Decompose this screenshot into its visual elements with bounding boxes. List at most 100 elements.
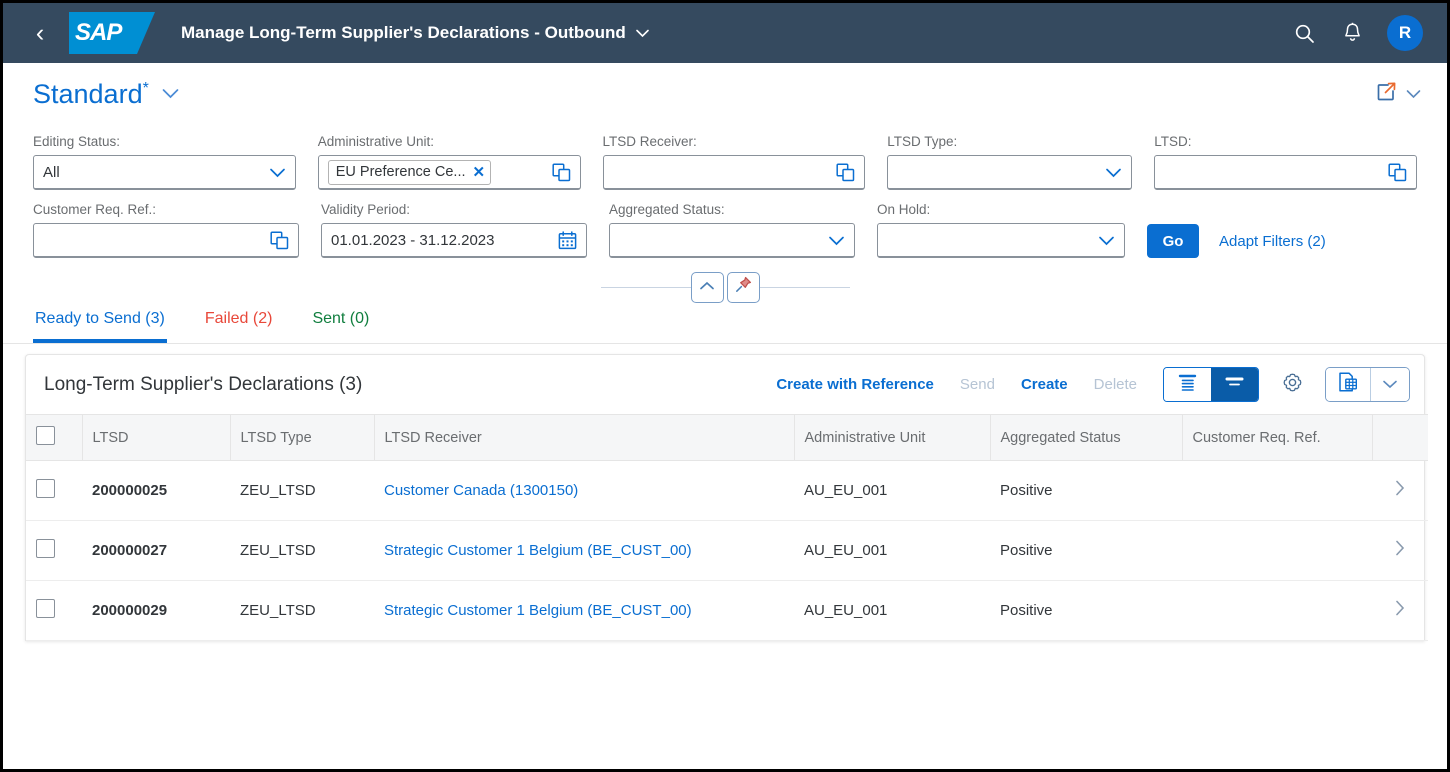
row-select-cell: [26, 581, 82, 641]
filter-editing-status: Editing Status: All: [33, 134, 296, 190]
cell-customer-req-ref: [1182, 461, 1372, 521]
row-checkbox[interactable]: [36, 479, 55, 498]
chevron-down-icon[interactable]: [1098, 235, 1115, 246]
collapse-filters-button[interactable]: [691, 272, 724, 303]
chevron-right-icon[interactable]: [1395, 543, 1405, 560]
filter-label: LTSD Receiver:: [603, 134, 866, 149]
column-header-ltsd-type[interactable]: LTSD Type: [230, 415, 374, 461]
share-button[interactable]: [1375, 81, 1421, 108]
chevron-down-icon[interactable]: [1105, 167, 1122, 178]
cell-aggregated-status: Positive: [990, 461, 1182, 521]
ltsd-receiver-input[interactable]: [603, 155, 866, 190]
cell-ltsd: 200000029: [82, 581, 230, 641]
value-help-icon[interactable]: [1388, 163, 1407, 182]
adapt-filters-button[interactable]: Adapt Filters (2): [1219, 233, 1326, 250]
value-help-icon[interactable]: [836, 163, 855, 182]
filter-customer-req-ref: Customer Req. Ref.:: [33, 202, 299, 258]
pin-filters-button[interactable]: [727, 272, 760, 303]
row-select-cell: [26, 461, 82, 521]
column-header-ltsd[interactable]: LTSD: [82, 415, 230, 461]
administrative-unit-input[interactable]: EU Preference Ce... ✕: [318, 155, 581, 190]
column-header-navigation: [1372, 415, 1428, 461]
divider-left: [601, 287, 691, 288]
sap-logo-text: SAP: [75, 19, 121, 47]
filter-ltsd-type: LTSD Type:: [887, 134, 1132, 190]
variant-title[interactable]: Standard*: [33, 79, 149, 110]
editing-status-select[interactable]: All: [33, 155, 296, 190]
create-with-reference-button[interactable]: Create with Reference: [776, 376, 934, 393]
table-row[interactable]: 200000025 ZEU_LTSD Customer Canada (1300…: [26, 461, 1428, 521]
filter-label: Customer Req. Ref.:: [33, 202, 299, 217]
row-navigation-cell[interactable]: [1372, 461, 1428, 521]
export-to-spreadsheet-icon: [1337, 371, 1359, 398]
compact-view-button[interactable]: [1211, 368, 1258, 401]
variant-chevron-down-icon[interactable]: [162, 86, 179, 103]
declarations-table: LTSD LTSD Type LTSD Receiver Administrat…: [26, 414, 1428, 641]
share-chevron-down-icon[interactable]: [1406, 86, 1421, 104]
column-header-ltsd-receiver[interactable]: LTSD Receiver: [374, 415, 794, 461]
filter-row-1: Editing Status: All Administrative Unit:…: [33, 134, 1417, 190]
cell-administrative-unit: AU_EU_001: [794, 521, 990, 581]
chevron-down-icon[interactable]: [828, 235, 845, 246]
shell-bar: ‹ SAP Manage Long-Term Supplier's Declar…: [3, 3, 1447, 63]
ltsd-receiver-link[interactable]: Strategic Customer 1 Belgium (BE_CUST_00…: [384, 542, 692, 559]
aggregated-status-select[interactable]: [609, 223, 855, 258]
token-remove-icon[interactable]: ✕: [473, 165, 486, 180]
sap-logo[interactable]: SAP: [69, 12, 155, 54]
row-navigation-cell[interactable]: [1372, 581, 1428, 641]
search-icon[interactable]: [1285, 14, 1323, 52]
chevron-down-icon[interactable]: [269, 167, 286, 178]
chevron-right-icon[interactable]: [1395, 603, 1405, 620]
sap-logo-triangle: [137, 12, 155, 54]
ltsd-type-select[interactable]: [887, 155, 1132, 190]
value-help-icon[interactable]: [552, 163, 571, 182]
on-hold-select[interactable]: [877, 223, 1125, 258]
table-settings-button[interactable]: [1273, 368, 1311, 402]
table-row[interactable]: 200000027 ZEU_LTSD Strategic Customer 1 …: [26, 521, 1428, 581]
validity-period-input[interactable]: 01.01.2023 - 31.12.2023: [321, 223, 587, 258]
send-button: Send: [960, 376, 995, 393]
administrative-unit-token[interactable]: EU Preference Ce... ✕: [328, 160, 491, 185]
ltsd-receiver-link[interactable]: Strategic Customer 1 Belgium (BE_CUST_00…: [384, 602, 692, 619]
filter-label: Validity Period:: [321, 202, 587, 217]
filter-aggregated-status: Aggregated Status:: [609, 202, 855, 258]
tab-failed[interactable]: Failed (2): [203, 306, 275, 343]
cell-ltsd-receiver: Strategic Customer 1 Belgium (BE_CUST_00…: [374, 521, 794, 581]
column-header-aggregated-status[interactable]: Aggregated Status: [990, 415, 1182, 461]
table-row[interactable]: 200000029 ZEU_LTSD Strategic Customer 1 …: [26, 581, 1428, 641]
go-button[interactable]: Go: [1147, 224, 1199, 258]
validity-period-value: 01.01.2023 - 31.12.2023: [331, 232, 552, 249]
export-options-chevron-button[interactable]: [1370, 368, 1409, 401]
variant-modified-marker: *: [143, 80, 149, 97]
value-help-icon[interactable]: [270, 231, 289, 250]
ltsd-receiver-link[interactable]: Customer Canada (1300150): [384, 482, 578, 499]
row-checkbox[interactable]: [36, 599, 55, 618]
filter-validity-period: Validity Period: 01.01.2023 - 31.12.2023: [321, 202, 587, 258]
tab-sent[interactable]: Sent (0): [310, 306, 371, 343]
ltsd-input[interactable]: [1154, 155, 1417, 190]
column-header-administrative-unit[interactable]: Administrative Unit: [794, 415, 990, 461]
chevron-right-icon[interactable]: [1395, 483, 1405, 500]
row-navigation-cell[interactable]: [1372, 521, 1428, 581]
cell-ltsd: 200000025: [82, 461, 230, 521]
create-button[interactable]: Create: [1021, 376, 1068, 393]
title-chevron-down-icon[interactable]: [636, 26, 649, 41]
column-header-customer-req-ref[interactable]: Customer Req. Ref.: [1182, 415, 1372, 461]
cell-administrative-unit: AU_EU_001: [794, 581, 990, 641]
customer-req-ref-input[interactable]: [33, 223, 299, 258]
tab-ready-to-send[interactable]: Ready to Send (3): [33, 306, 167, 343]
share-icon: [1375, 81, 1397, 108]
list-view-button[interactable]: [1164, 368, 1211, 401]
filter-bar: Editing Status: All Administrative Unit:…: [3, 120, 1447, 304]
filter-row-2: Customer Req. Ref.: Validity Period: 01.…: [33, 202, 1417, 258]
select-all-checkbox[interactable]: [36, 426, 55, 445]
pin-icon: [735, 276, 752, 298]
bell-icon[interactable]: [1333, 14, 1371, 52]
calendar-icon[interactable]: [558, 231, 577, 250]
administrative-unit-token-wrap: EU Preference Ce... ✕: [328, 160, 546, 185]
list-view-icon: [1176, 373, 1199, 397]
avatar[interactable]: R: [1387, 15, 1423, 51]
row-checkbox[interactable]: [36, 539, 55, 558]
export-to-spreadsheet-button[interactable]: [1326, 368, 1370, 401]
back-button[interactable]: ‹: [23, 21, 57, 46]
